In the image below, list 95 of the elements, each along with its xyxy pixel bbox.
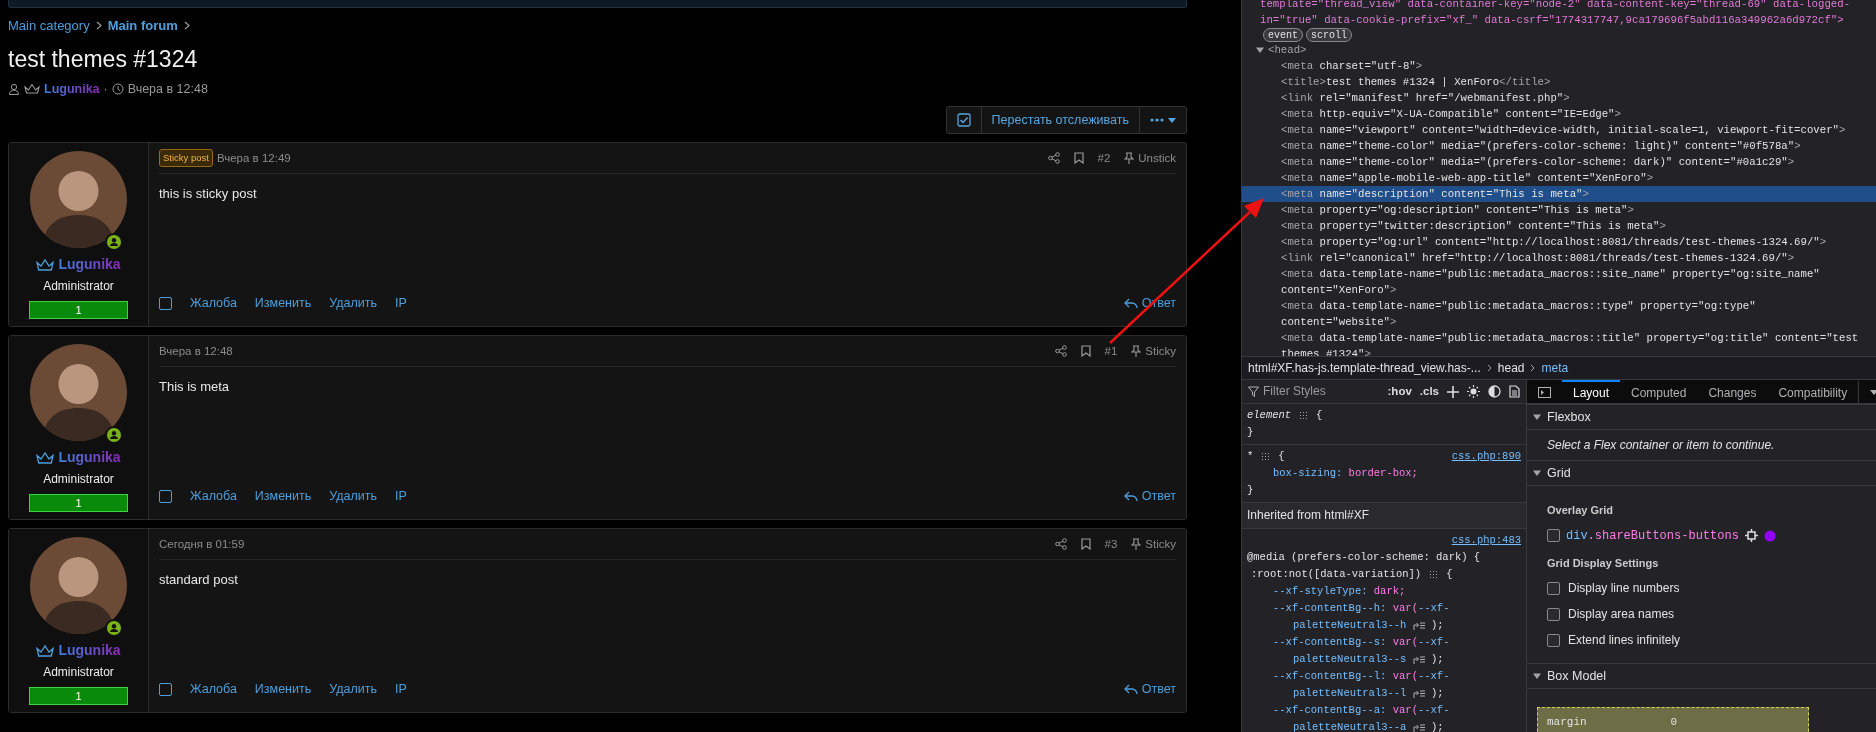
section-header[interactable]: Box Model	[1527, 663, 1876, 689]
checkbox-label: Display area names	[1568, 606, 1675, 623]
brace: {	[1278, 449, 1285, 464]
code-line[interactable]: <meta property="og:url" content="http://localhost:8081/threads/test-themes-1324.69/">	[1242, 234, 1874, 250]
breadcrumb-item[interactable]: head	[1497, 359, 1525, 377]
source-link[interactable]: css.php:890	[1451, 448, 1521, 465]
pin-link[interactable]: Sticky	[1131, 535, 1176, 553]
panel-tab[interactable]: Computed	[1620, 380, 1698, 403]
brace: {	[1316, 408, 1323, 423]
css-declaration: --xf-contentBg--h: var(--xf-paletteNeutral3--h );	[1272, 601, 1451, 633]
post-text: this is sticky post	[159, 185, 258, 204]
action-link[interactable]: Удалить	[329, 679, 377, 699]
code-line[interactable]: <meta property="og:description" content="This is meta">	[1242, 202, 1874, 218]
code-line[interactable]: <meta http-equiv="X-UA-Compatible" content="IE=Edge">	[1242, 106, 1874, 122]
reply-link[interactable]: Ответ	[1123, 679, 1176, 699]
rank-bar: 1	[29, 687, 128, 706]
post-text: standard post	[159, 571, 239, 590]
action-link[interactable]: IP	[395, 293, 407, 313]
checkbox-label: Display line numbers	[1568, 580, 1680, 597]
margin-value[interactable]: 0	[1670, 713, 1678, 731]
brace: }	[1247, 425, 1255, 440]
checkbox-label: Extend lines infinitely	[1568, 632, 1681, 649]
rank-bar: 1	[29, 301, 128, 320]
code-line[interactable]: <meta property="twitter:description" content="This is meta">	[1242, 218, 1874, 234]
post-text: This is meta	[159, 378, 231, 397]
subheading: Overlay Grid	[1547, 503, 1615, 518]
thread-date: Вчера в 12:48	[127, 80, 208, 98]
css-declaration: --xf-styleType: dark;	[1272, 584, 1407, 599]
action-link[interactable]: Жалоба	[190, 486, 237, 506]
subheading: Grid Display Settings	[1547, 555, 1660, 571]
post-number-link[interactable]: #3	[1104, 535, 1118, 553]
code-line[interactable]: <meta name="viewport" content="width=device-width, initial-scale=1, viewport-fit=cover">	[1242, 122, 1874, 138]
css-selector: :root:not([data-variation])	[1251, 567, 1422, 582]
reply-link[interactable]: Ответ	[1123, 486, 1176, 506]
sticky-label: Sticky post	[159, 149, 213, 168]
breadcrumb-link[interactable]: Main forum	[107, 16, 178, 36]
css-selector: element	[1247, 408, 1292, 423]
filter-field[interactable]: Filter Styles	[1248, 383, 1363, 400]
code-line[interactable]: <meta data-template-name="public:metadata_macros::type" property="og:type" content="website">	[1242, 298, 1874, 330]
section-header[interactable]: Grid	[1527, 460, 1876, 486]
action-link[interactable]: Удалить	[329, 486, 377, 506]
code-line: template="thread_view" data-container-key="node-2" data-content-key="thread-69" data-logged-in="true" data-cookie-prefix="xf_" data-csrf="1774317747,9ca179696f5abd116a349962a6d972cf">	[1259, 0, 1852, 28]
toggle-button[interactable]: .cls	[1419, 383, 1439, 400]
code-line[interactable]: <meta charset="utf-8">	[1242, 58, 1874, 74]
css-selector: *	[1247, 449, 1254, 464]
post-date-link[interactable]: Вчера в 12:48	[159, 342, 233, 360]
breadcrumb-item[interactable]: html#XF.has-js.template-thread_view.has-...	[1248, 359, 1481, 377]
action-link[interactable]: IP	[395, 486, 407, 506]
separator-dot: ·	[103, 80, 108, 98]
event-badge[interactable]: scroll	[1306, 28, 1353, 42]
thread-title: test themes #1324	[8, 44, 199, 74]
grid-selector: div.shareButtons-buttons	[1566, 527, 1739, 545]
css-declaration: box-sizing: border-box;	[1272, 466, 1419, 481]
hint-text: Select a Flex container or item to continue.	[1546, 437, 1776, 454]
margin-label: margin	[1547, 714, 1587, 730]
section-header[interactable]: Flexbox	[1527, 404, 1876, 430]
post-number-link[interactable]: #1	[1104, 342, 1118, 360]
action-link[interactable]: Удалить	[329, 293, 377, 313]
post-date-link[interactable]: Вчера в 12:49	[216, 149, 291, 167]
code-line[interactable]: <meta name="theme-color" media="(prefers-color-scheme: dark)" content="#0a1c29">	[1242, 154, 1874, 170]
source-link[interactable]: css.php:483	[1451, 532, 1521, 549]
css-declaration: --xf-contentBg--l: var(--xf-paletteNeutral3--l );	[1272, 669, 1451, 701]
media-query: @media (prefers-color-scheme: dark) {	[1247, 550, 1482, 565]
breadcrumb-item[interactable]: meta	[1541, 359, 1569, 377]
user-title: Administrator	[43, 278, 114, 296]
event-badge[interactable]: event	[1263, 28, 1303, 42]
post-number-link[interactable]: #2	[1097, 149, 1111, 167]
pin-link[interactable]: Unstick	[1124, 149, 1176, 167]
user-title: Administrator	[43, 471, 114, 489]
panel-tab[interactable]: Changes	[1697, 380, 1768, 403]
action-link[interactable]: IP	[395, 679, 407, 699]
css-declaration: --xf-contentBg--a: var(--xf-paletteNeutral3--a );	[1272, 703, 1451, 732]
code-line[interactable]: <meta name="theme-color" media="(prefers-color-scheme: light)" content="#0f578a">	[1242, 138, 1874, 154]
panel-tab[interactable]: Compatibility	[1767, 380, 1859, 403]
breadcrumb-link[interactable]: Main category	[8, 16, 90, 36]
brace: {	[1446, 567, 1453, 582]
brace: }	[1247, 483, 1255, 498]
code-line[interactable]: <head>	[1268, 42, 1307, 58]
code-line[interactable]: <meta name="apple-mobile-web-app-title" content="XenForo">	[1242, 170, 1874, 186]
action-link[interactable]: Жалоба	[190, 293, 237, 313]
action-link[interactable]: Изменить	[254, 293, 312, 313]
code-line[interactable]: <link rel="manifest" href="/webmanifest.php">	[1242, 90, 1874, 106]
code-line[interactable]: <meta data-template-name="public:metadata_macros::site_name" property="og:site_name" content="XenForo">	[1242, 266, 1874, 298]
inherited-heading: Inherited from html#XF	[1242, 503, 1526, 529]
action-link[interactable]: Изменить	[254, 486, 312, 506]
rank-bar: 1	[29, 494, 128, 513]
action-link[interactable]: Жалоба	[190, 679, 237, 699]
pin-link[interactable]: Sticky	[1131, 342, 1176, 360]
user-title: Administrator	[43, 664, 114, 682]
code-line[interactable]: <title>test themes #1324 | XenForo</title>	[1242, 74, 1874, 90]
action-link[interactable]: Изменить	[254, 679, 312, 699]
post-date-link[interactable]: Сегодня в 01:59	[159, 535, 245, 553]
code-line[interactable]: <link rel="canonical" href="http://localhost:8081/threads/test-themes-1324.69/">	[1242, 250, 1874, 266]
toggle-button[interactable]: :hov	[1387, 383, 1412, 400]
css-declaration: --xf-contentBg--s: var(--xf-paletteNeutral3--s );	[1272, 635, 1451, 667]
